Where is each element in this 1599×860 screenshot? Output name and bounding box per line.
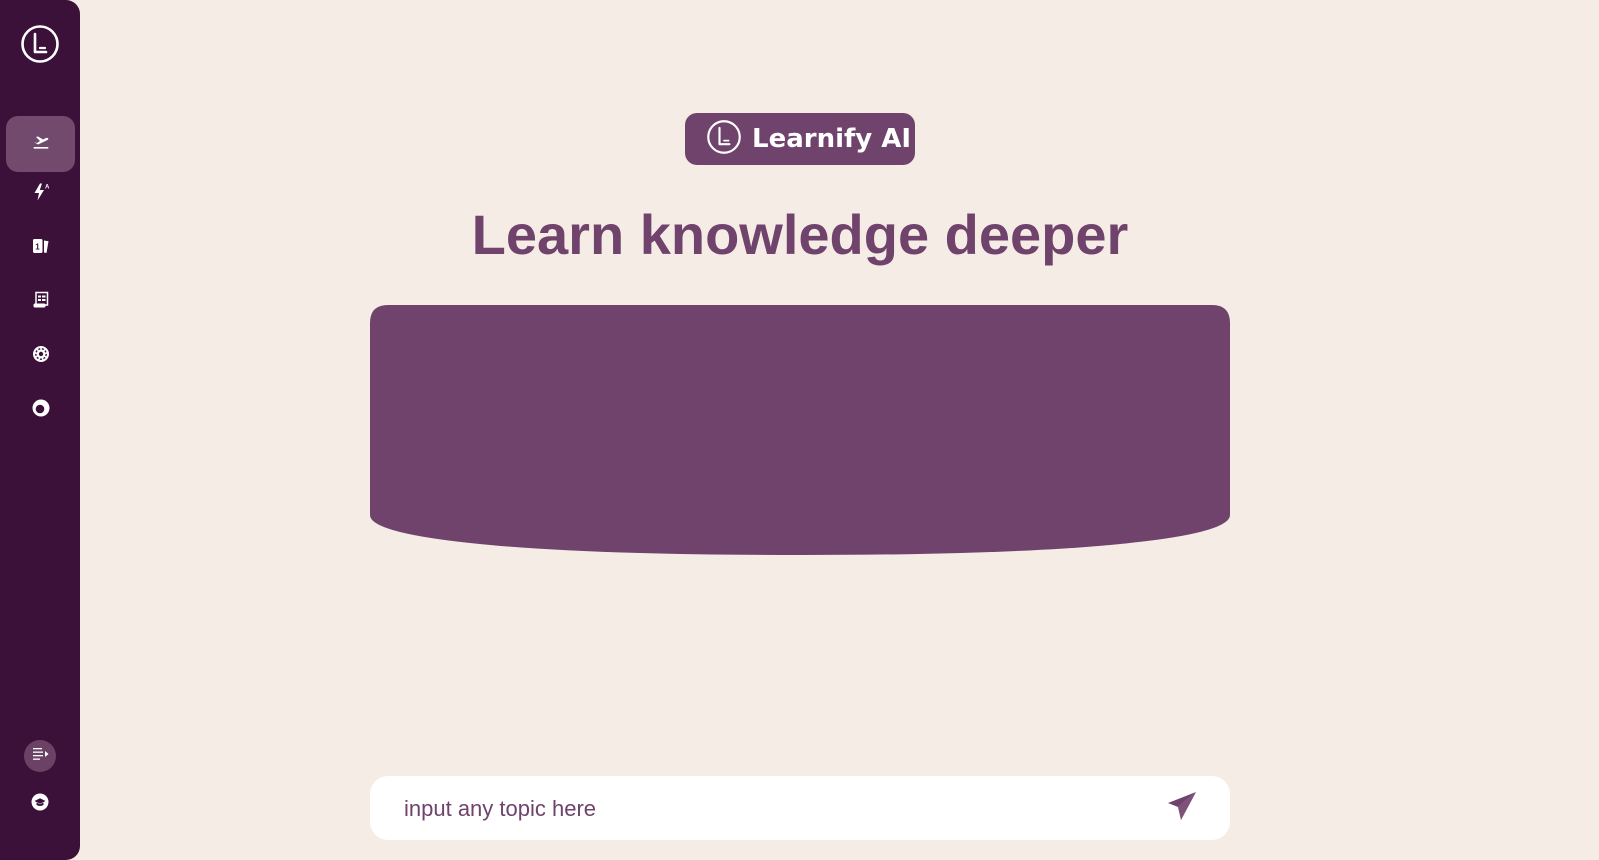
sidebar-item-departure[interactable] <box>6 116 75 172</box>
sidebar-item-explore[interactable] <box>6 328 75 384</box>
learnify-logo-icon[interactable] <box>20 24 60 64</box>
send-button[interactable] <box>1164 790 1200 826</box>
page-title: Learn knowledge deeper <box>471 203 1129 266</box>
sidebar-item-flashcards[interactable]: 1 <box>6 220 75 276</box>
expand-sidebar-button[interactable] <box>24 740 56 772</box>
brand-badge: Learnify AI <box>685 113 915 165</box>
learnify-logo-icon <box>706 119 742 160</box>
learn-profile-button[interactable] <box>24 788 56 820</box>
expand-sidebar-icon <box>30 744 50 769</box>
topic-input-bar <box>370 776 1230 842</box>
sidebar-item-quick[interactable]: A <box>6 166 75 222</box>
explore-wheel-icon <box>31 344 51 369</box>
flashcards-icon: 1 <box>31 236 51 261</box>
hero-panel <box>370 305 1230 555</box>
brand-name: Learnify AI <box>752 124 912 154</box>
app-root: A 1 Learnify AI Learn knowledge deeper i… <box>0 0 1599 860</box>
svg-text:1: 1 <box>35 242 40 251</box>
topic-input[interactable] <box>402 776 1146 842</box>
plane-departure-icon <box>31 132 51 157</box>
sidebar: A 1 <box>0 0 80 860</box>
sidebar-item-progress[interactable] <box>6 382 75 438</box>
graduation-cap-icon <box>30 792 50 817</box>
quiz-sheet-icon <box>31 290 51 315</box>
progress-ring-icon <box>31 398 51 423</box>
bolt-auto-icon: A <box>31 182 51 207</box>
svg-text:A: A <box>45 184 50 190</box>
send-icon <box>1166 790 1198 827</box>
sidebar-item-quiz[interactable] <box>6 274 75 330</box>
